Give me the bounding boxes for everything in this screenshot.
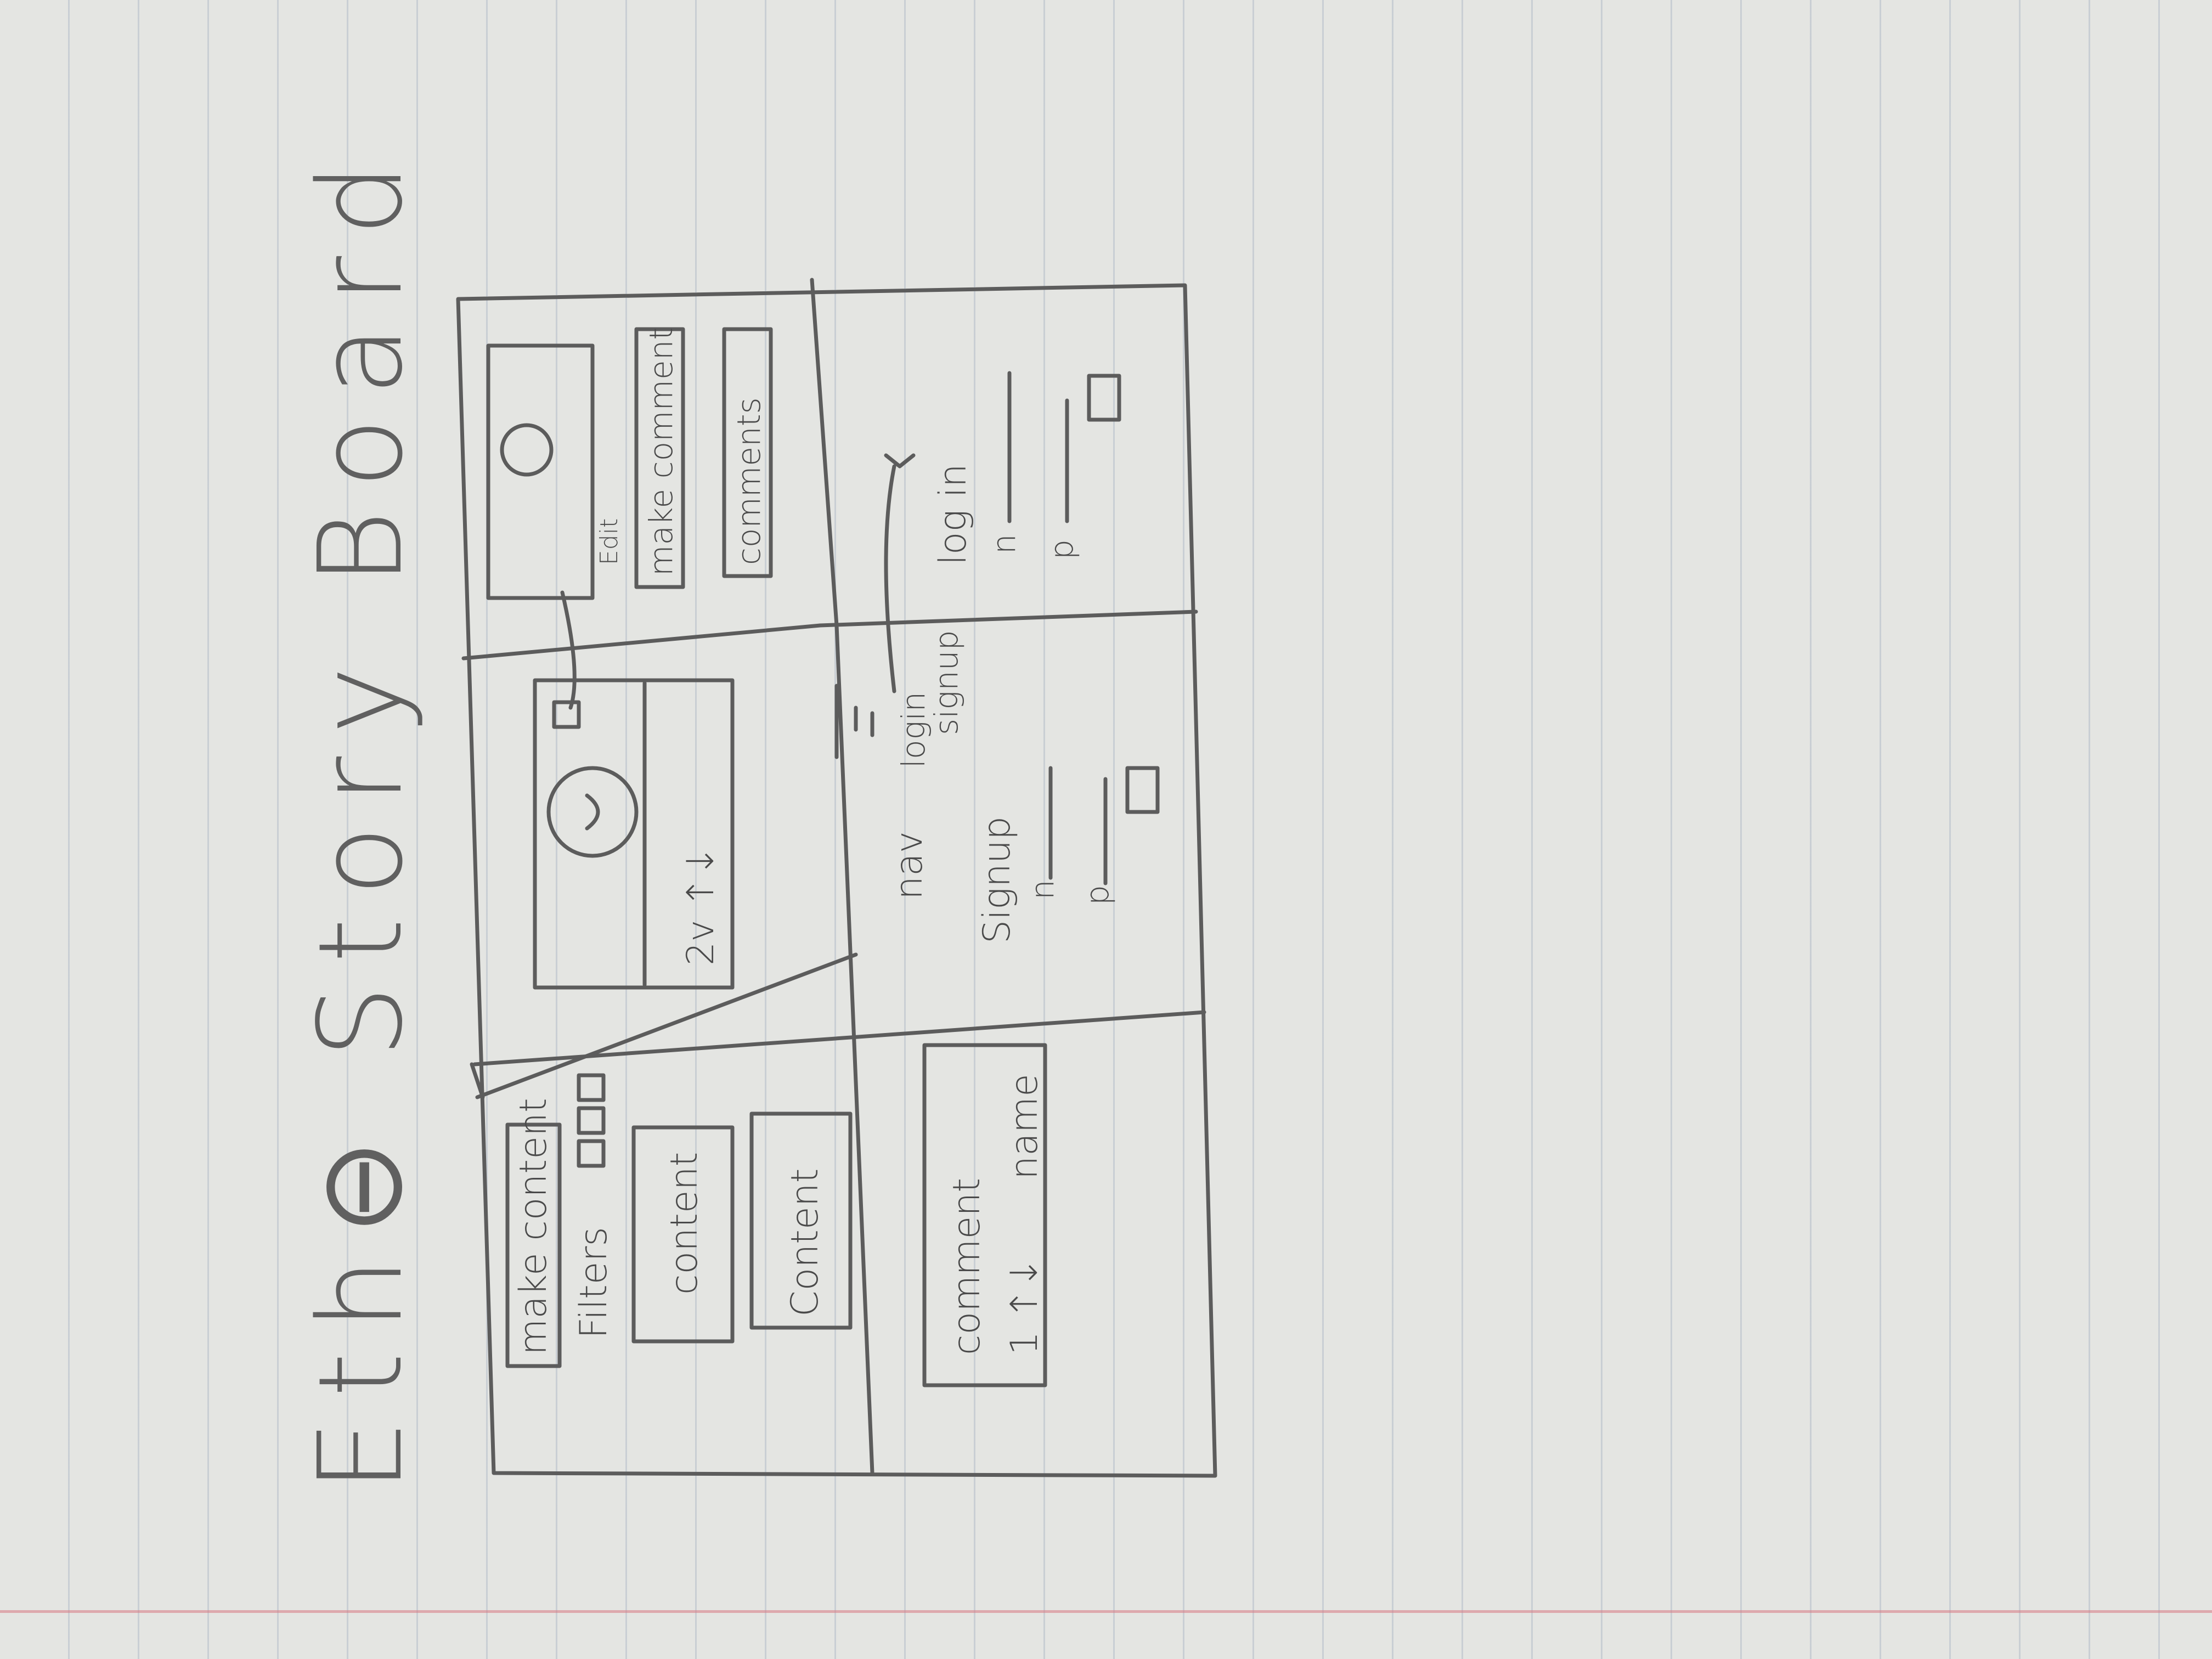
username-label: n xyxy=(1024,879,1061,900)
smiley-face-icon xyxy=(500,423,554,477)
filter-checkbox[interactable] xyxy=(577,1073,606,1102)
comment-votes: 1 ↑↓ xyxy=(1003,1257,1046,1355)
storyboard-sketch: Eth⊖ Story Board make content Filters co… xyxy=(294,141,1217,1492)
storyboard-grid xyxy=(456,278,1217,1478)
panel-login: log in n p xyxy=(932,371,1121,565)
comment-author: name xyxy=(1003,1074,1046,1180)
storyboard-title: Eth⊖ Story Board xyxy=(294,141,428,1492)
filter-checkbox[interactable] xyxy=(577,1139,606,1168)
login-link[interactable]: login xyxy=(895,692,932,768)
filters-label: Filters xyxy=(572,1227,616,1339)
edit-label: Edit xyxy=(595,518,623,565)
post-votes: 2v ↑↓ xyxy=(679,845,723,966)
signup-submit-button[interactable] xyxy=(1125,766,1160,814)
expand-icon[interactable] xyxy=(552,700,581,729)
make-content-label: make content xyxy=(512,1098,555,1355)
signup-link[interactable]: signup xyxy=(928,630,965,735)
login-heading: log in xyxy=(932,464,975,565)
password-label: p xyxy=(1079,885,1116,905)
panel-post-view: 2v ↑↓ xyxy=(533,678,735,990)
signup-heading: Signup xyxy=(975,816,1019,944)
content-card-label: content xyxy=(663,1152,706,1295)
comments-label: comments xyxy=(730,397,768,565)
smiley-face-icon xyxy=(546,766,639,858)
username-label: n xyxy=(985,534,1023,554)
filter-checkbox[interactable] xyxy=(577,1106,606,1135)
password-label: p xyxy=(1043,539,1080,560)
panel-signup: nav login signup Signup n p xyxy=(834,453,1160,944)
content-card-label: Content xyxy=(783,1169,827,1317)
nav-label: nav xyxy=(888,831,931,900)
login-submit-button[interactable] xyxy=(1087,374,1121,422)
panel-feed: make content Filters content Content xyxy=(505,1073,853,1368)
comment-label: comment xyxy=(945,1178,989,1355)
panel-comment-view: comment 1 ↑↓ name xyxy=(922,1043,1047,1387)
make-comment-label: make comment xyxy=(642,328,680,576)
